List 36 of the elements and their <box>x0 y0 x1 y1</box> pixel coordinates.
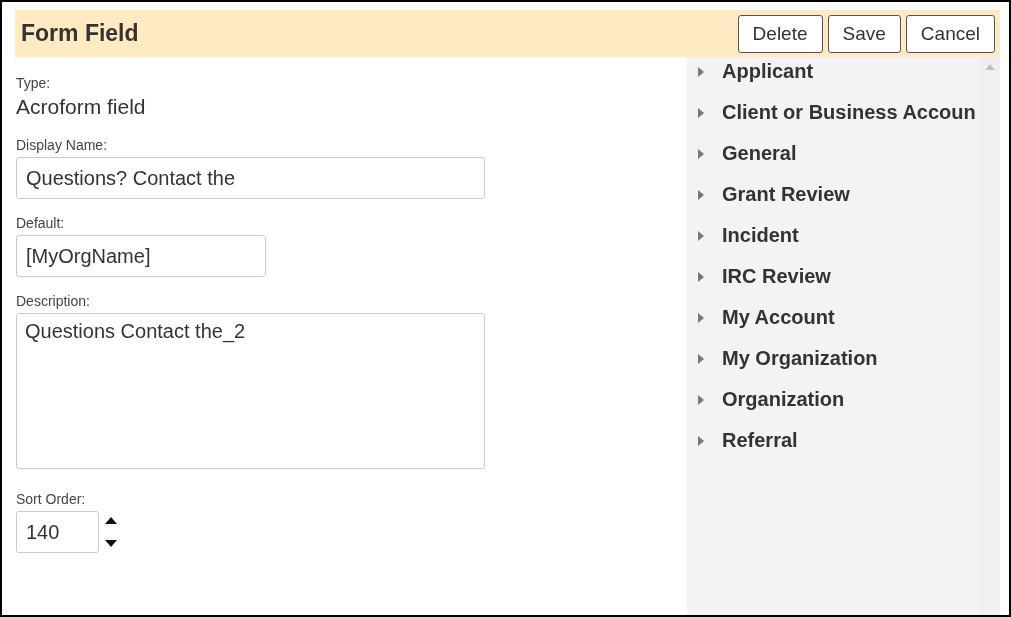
collapsed-icon[interactable] <box>698 436 704 446</box>
page-title: Form Field <box>21 20 139 47</box>
field-label: Description: <box>16 293 91 309</box>
tree-item[interactable]: Organization <box>722 388 845 411</box>
tree-item[interactable]: Grant Review <box>722 183 850 206</box>
display-name-field[interactable]: Questions? Contact the <box>16 157 485 199</box>
tree-item[interactable]: IRC Review <box>722 265 831 288</box>
header-button[interactable]: Cancel <box>905 14 995 53</box>
sort-order-field[interactable]: 140 <box>16 511 99 553</box>
field-label: Sort Order: <box>16 491 87 507</box>
field-label: Type: <box>16 75 52 91</box>
collapsed-icon[interactable] <box>698 272 704 282</box>
field-label: Default: <box>16 215 66 231</box>
collapsed-icon[interactable] <box>698 231 704 241</box>
collapsed-icon[interactable] <box>698 313 704 323</box>
tree-item[interactable]: Referral <box>722 429 798 452</box>
collapsed-icon[interactable] <box>698 108 704 118</box>
tree-item[interactable]: General <box>722 142 797 165</box>
spin-down-icon[interactable] <box>105 540 117 547</box>
tree-item[interactable]: Client or Business Accoun <box>722 101 976 124</box>
collapsed-icon[interactable] <box>698 395 704 405</box>
tree-item[interactable]: My Account <box>722 306 835 329</box>
header-button[interactable]: Delete <box>737 14 823 53</box>
collapsed-icon[interactable] <box>698 190 704 200</box>
type-value: Acroform field <box>16 95 147 119</box>
spin-up-icon[interactable] <box>105 517 117 524</box>
field-label: Display Name: <box>16 137 109 153</box>
collapsed-icon[interactable] <box>698 149 704 159</box>
tree-item[interactable]: Incident <box>722 224 799 247</box>
tree-item[interactable]: Applicant <box>722 60 814 83</box>
tree-item[interactable]: My Organization <box>722 347 878 370</box>
description-field[interactable]: Questions Contact the_2 <box>16 313 485 469</box>
default-field[interactable]: [MyOrgName] <box>16 235 266 277</box>
header-button[interactable]: Save <box>827 14 901 53</box>
collapsed-icon[interactable] <box>698 67 704 77</box>
collapsed-icon[interactable] <box>698 354 704 364</box>
